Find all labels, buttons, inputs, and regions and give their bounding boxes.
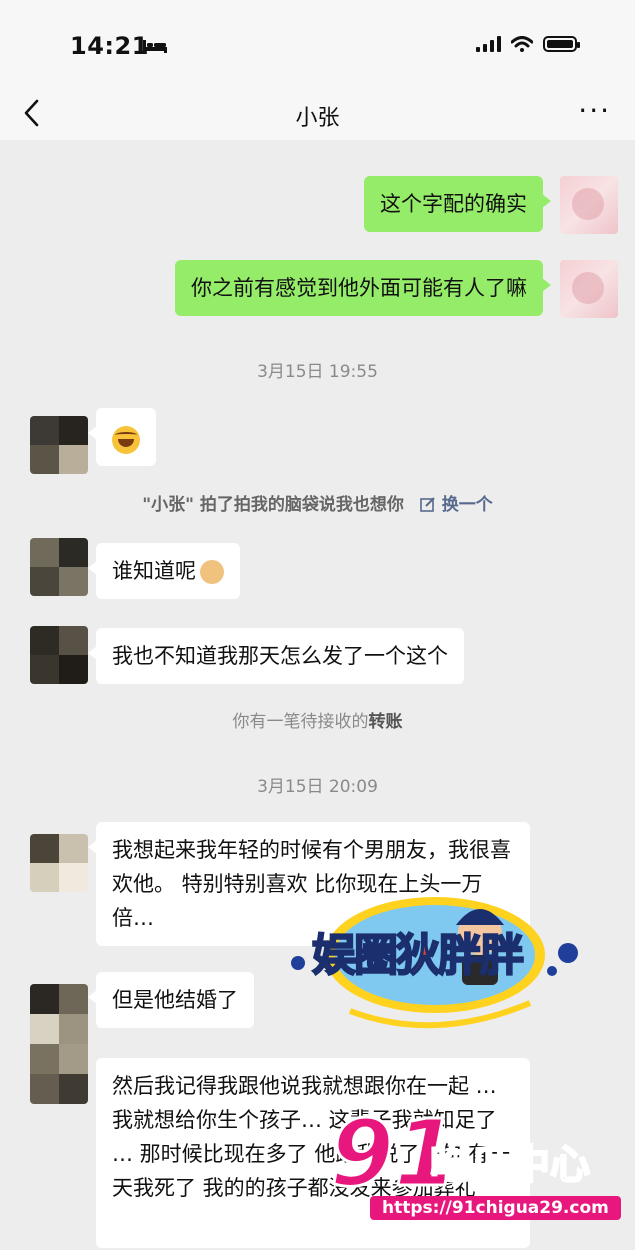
cellular-signal-icon (476, 36, 501, 52)
transfer-notice: 你有一笔待接收的转账 (0, 707, 635, 732)
message-row: 你之前有感觉到他外面可能有人了嘛 (0, 260, 635, 320)
message-text: 谁知道呢 (112, 559, 196, 583)
wifi-icon (511, 36, 533, 52)
battery-icon (543, 36, 580, 52)
transfer-text: 你有一笔待接收的 (232, 712, 369, 732)
chat-header: 小张 ··· (0, 90, 635, 140)
message-bubble[interactable]: 我也不知道我那天怎么发了一个这个 (88, 628, 464, 684)
status-icons (476, 36, 580, 52)
pat-notice: "小张" 拍了拍我的脑袋说我也想你 换一个 (0, 490, 635, 515)
watermark-brand: 91 吃瓜中心 https://91chigua29.com (328, 1104, 621, 1232)
timestamp: 3月15日 19:55 (257, 362, 378, 382)
contact-avatar[interactable] (30, 416, 88, 474)
change-pat-link[interactable]: 换一个 (410, 495, 493, 515)
laughing-emoji-icon (112, 426, 140, 454)
status-bar: 14:21 (0, 0, 635, 90)
contact-avatar[interactable] (30, 834, 88, 892)
message-row: 这个字配的确实 (0, 176, 635, 236)
message-row: 谁知道呢 (0, 538, 635, 600)
watermark-logo: 娱圈狄胖胖 (290, 893, 580, 1043)
timestamp: 3月15日 20:09 (257, 777, 378, 797)
transfer-link[interactable]: 转账 (369, 712, 403, 732)
brand-text: 吃瓜中心 (429, 1141, 591, 1189)
contact-avatar[interactable] (30, 626, 88, 684)
message-row: 我也不知道我那天怎么发了一个这个 (0, 626, 635, 688)
more-options-button[interactable]: ··· (578, 94, 611, 127)
message-bubble[interactable]: 你之前有感觉到他外面可能有人了嘛 (175, 260, 551, 316)
contact-avatar[interactable] (30, 538, 88, 596)
my-avatar[interactable] (560, 260, 618, 318)
message-bubble[interactable]: 谁知道呢 (88, 543, 240, 599)
message-row (0, 408, 635, 478)
brand-url: https://91chigua29.com (370, 1196, 621, 1220)
message-bubble[interactable]: 但是他结婚了 (88, 972, 254, 1028)
sleep-focus-icon (143, 40, 167, 53)
change-pat-label: 换一个 (441, 495, 493, 515)
status-time: 14:21 (70, 32, 149, 60)
shrug-emoji-icon (196, 560, 228, 584)
message-bubble[interactable] (88, 408, 156, 466)
logo-text: 娱圈狄胖胖 (311, 930, 525, 982)
message-bubble[interactable]: 这个字配的确实 (364, 176, 551, 232)
pat-text: "小张" 拍了拍我的脑袋说我也想你 (142, 495, 404, 515)
chat-title: 小张 (295, 106, 340, 131)
my-avatar[interactable] (560, 176, 618, 234)
edit-icon (420, 497, 435, 512)
